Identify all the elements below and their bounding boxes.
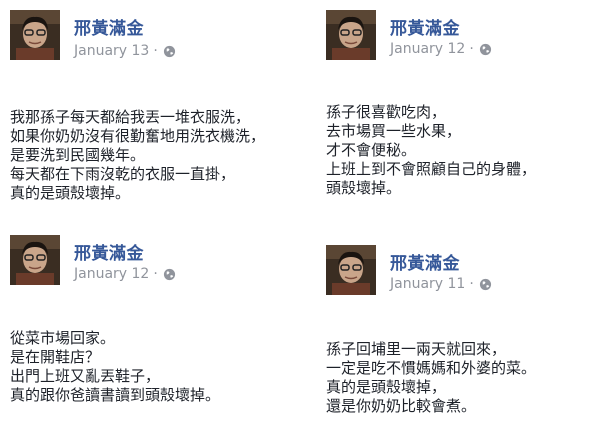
avatar-photo: [10, 10, 60, 60]
post-meta: January 11 ·: [390, 276, 492, 292]
post-author[interactable]: 邢黃滿金: [390, 14, 460, 39]
post-body: 孫子回埔里一兩天就回來， 一定是吃不慣媽媽和外婆的菜。 真的是頭殼壞掉， 還是你…: [326, 340, 536, 416]
post-1: 邢黃滿金 January 13 · 我那孫子每天都給我丟一堆衣服洗， 如果你奶奶…: [10, 10, 300, 215]
post-author[interactable]: 邢黃滿金: [74, 239, 144, 264]
avatar[interactable]: [326, 245, 376, 295]
post-date[interactable]: January 13: [74, 43, 149, 59]
meta-separator: ·: [153, 266, 158, 282]
post-text-line: 才不會便秘。: [326, 141, 417, 159]
post-text-line: 每天都在下雨沒乾的衣服一直掛，: [10, 165, 236, 183]
post-text-line: 如果你奶奶沒有很勤奮地用洗衣機洗，: [10, 127, 266, 145]
globe-icon[interactable]: [163, 45, 176, 58]
avatar[interactable]: [326, 10, 376, 60]
avatar-photo: [326, 10, 376, 60]
post-date[interactable]: January 12: [74, 266, 149, 282]
avatar[interactable]: [10, 10, 60, 60]
post-author[interactable]: 邢黃滿金: [74, 14, 144, 39]
post-text-line: 真的是頭殼壞掉。: [10, 184, 131, 202]
post-text-line: 去市場買一些水果，: [326, 122, 462, 140]
post-meta: January 13 ·: [74, 43, 176, 59]
post-body: 孫子很喜歡吃肉， 去市場買一些水果， 才不會便秘。 上班上到不會照顧自己的身體，…: [326, 103, 536, 198]
post-text-line: 孫子很喜歡吃肉，: [326, 103, 447, 121]
post-text-line: 從菜市場回家。: [10, 329, 116, 347]
post-3: 邢黃滿金 January 12 · 從菜市場回家。 是在開鞋店？ 出門上班又亂丟…: [10, 235, 300, 440]
post-body: 從菜市場回家。 是在開鞋店？ 出門上班又亂丟鞋子， 真的跟你爸讀書讀到頭殼壞掉。: [10, 329, 220, 405]
avatar-photo: [326, 245, 376, 295]
post-meta: January 12 ·: [390, 41, 492, 57]
post-text-line: 是要洗到民國幾年。: [10, 146, 146, 164]
post-text-line: 出門上班又亂丟鞋子，: [10, 367, 161, 385]
globe-icon[interactable]: [479, 278, 492, 291]
post-text-line: 我那孫子每天都給我丟一堆衣服洗，: [10, 108, 251, 126]
post-body: 我那孫子每天都給我丟一堆衣服洗， 如果你奶奶沒有很勤奮地用洗衣機洗， 是要洗到民…: [10, 108, 265, 203]
post-text-line: 真的是頭殼壞掉，: [326, 378, 447, 396]
post-date[interactable]: January 11: [390, 276, 465, 292]
post-text-line: 真的跟你爸讀書讀到頭殼壞掉。: [10, 386, 221, 404]
avatar[interactable]: [10, 235, 60, 285]
post-text-line: 是在開鞋店？: [10, 348, 101, 366]
post-text-line: 還是你奶奶比較會煮。: [326, 397, 477, 415]
post-text-line: 一定是吃不慣媽媽和外婆的菜。: [326, 359, 537, 377]
post-text-line: 頭殼壞掉。: [326, 179, 402, 197]
post-author[interactable]: 邢黃滿金: [390, 249, 460, 274]
post-text-line: 孫子回埔里一兩天就回來，: [326, 340, 507, 358]
globe-icon[interactable]: [479, 43, 492, 56]
post-meta: January 12 ·: [74, 266, 176, 282]
globe-icon[interactable]: [163, 268, 176, 281]
post-4: 邢黃滿金 January 11 · 孫子回埔里一兩天就回來， 一定是吃不慣媽媽和…: [326, 245, 596, 440]
meta-separator: ·: [153, 43, 158, 59]
post-text-line: 上班上到不會照顧自己的身體，: [326, 160, 537, 178]
meta-separator: ·: [469, 276, 474, 292]
avatar-photo: [10, 235, 60, 285]
meta-separator: ·: [469, 41, 474, 57]
post-2: 邢黃滿金 January 12 · 孫子很喜歡吃肉， 去市場買一些水果， 才不會…: [326, 10, 596, 215]
post-date[interactable]: January 12: [390, 41, 465, 57]
